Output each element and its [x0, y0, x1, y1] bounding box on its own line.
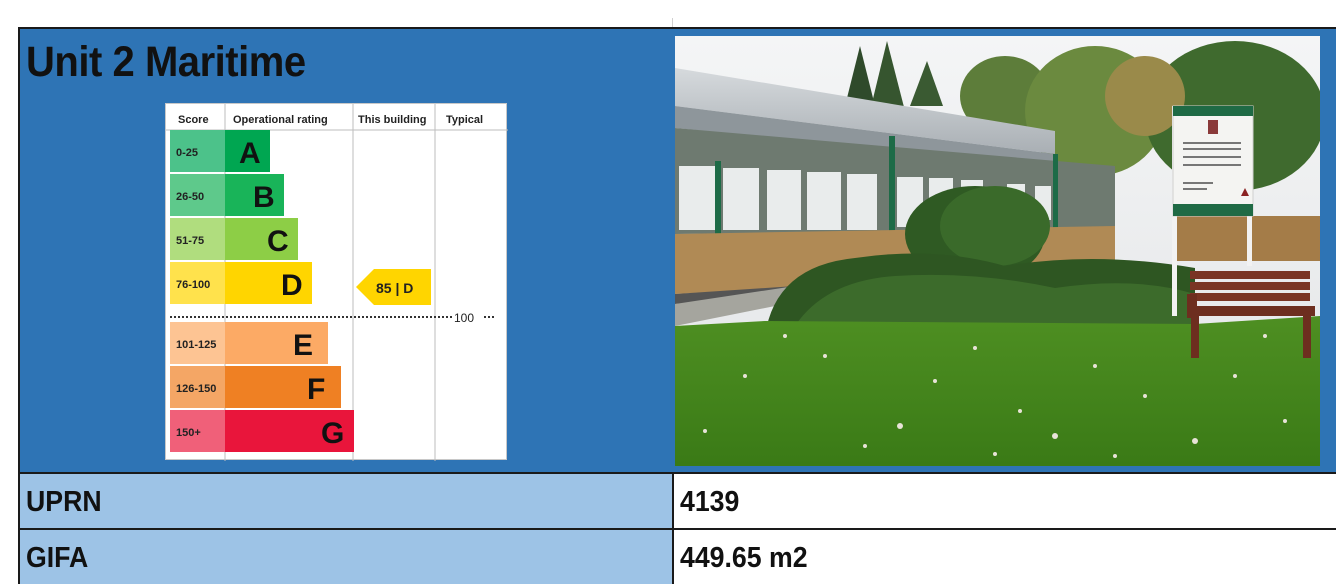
building-rating-pointer: 85 | D: [356, 269, 431, 305]
energy-rating-chart-svg: Score Operational rating This building T…: [166, 104, 508, 461]
rating-band-c: 51-75 C: [170, 218, 298, 260]
band-letter: A: [239, 137, 261, 170]
property-sheet: Unit 2 Maritime Score Operational rating…: [0, 0, 1336, 585]
gifa-value: 449.65 m2: [680, 542, 808, 574]
uprn-value: 4139: [680, 486, 740, 518]
band-range-label: 101-125: [176, 339, 216, 351]
gifa-value-cell: 449.65 m2: [672, 530, 1336, 584]
top-margin: [0, 0, 1336, 27]
header-typical: Typical: [446, 114, 483, 126]
band-range-label: 51-75: [176, 235, 204, 247]
band-letter: F: [307, 373, 325, 406]
uprn-value-cell: 4139: [672, 474, 1336, 528]
building-photo: [675, 36, 1320, 466]
band-range-label: 150+: [176, 427, 201, 439]
rating-band-b: 26-50 B: [170, 174, 284, 216]
building-rating-label: 85 | D: [376, 280, 413, 296]
band-range-label: 126-150: [176, 383, 216, 395]
rating-band-e: 101-125 E: [170, 322, 328, 364]
energy-rating-chart: Score Operational rating This building T…: [165, 103, 508, 461]
rating-band-d: 76-100 D: [170, 262, 312, 304]
page-title: Unit 2 Maritime: [26, 38, 306, 86]
rating-band-a: 0-25 A: [170, 130, 270, 172]
band-range-label: 0-25: [176, 147, 198, 159]
rating-bands: 0-25 A 26-50 B 51-75 C 76-100 D 101-125 E 126-150 F…: [170, 130, 354, 452]
band-letter: D: [281, 269, 303, 302]
table-row-gifa: GIFA 449.65 m2: [18, 528, 1336, 584]
band-letter: C: [267, 225, 289, 258]
column-divider: [672, 18, 673, 27]
table-row-uprn: UPRN 4139: [18, 472, 1336, 528]
rating-band-g: 150+ G: [170, 410, 354, 452]
gifa-label-cell: GIFA: [18, 530, 672, 584]
header-score: Score: [178, 114, 209, 126]
band-letter: B: [253, 181, 275, 214]
band-letter: E: [293, 329, 313, 362]
band-range-label: 26-50: [176, 191, 204, 203]
header-operational-rating: Operational rating: [233, 114, 328, 126]
header-this-building: This building: [358, 114, 426, 126]
band-letter: G: [321, 417, 344, 450]
uprn-label-cell: UPRN: [18, 474, 672, 528]
gifa-label: GIFA: [26, 542, 89, 574]
building-photo-image: [675, 36, 1320, 466]
typical-marker: 100: [454, 311, 474, 325]
rating-band-f: 126-150 F: [170, 366, 341, 408]
band-range-label: 76-100: [176, 279, 210, 291]
uprn-label: UPRN: [26, 486, 102, 518]
